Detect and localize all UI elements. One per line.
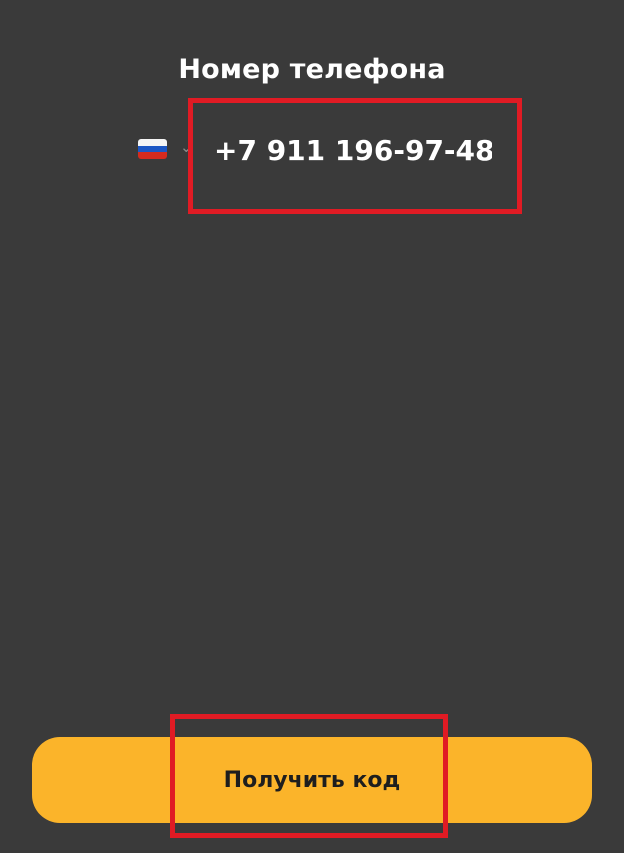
country-picker[interactable]: ⌄ (138, 136, 194, 164)
phone-highlight-box (188, 98, 522, 214)
russia-flag-icon (138, 139, 167, 159)
button-highlight-box (170, 714, 448, 838)
page-title: Номер телефона (178, 54, 446, 85)
